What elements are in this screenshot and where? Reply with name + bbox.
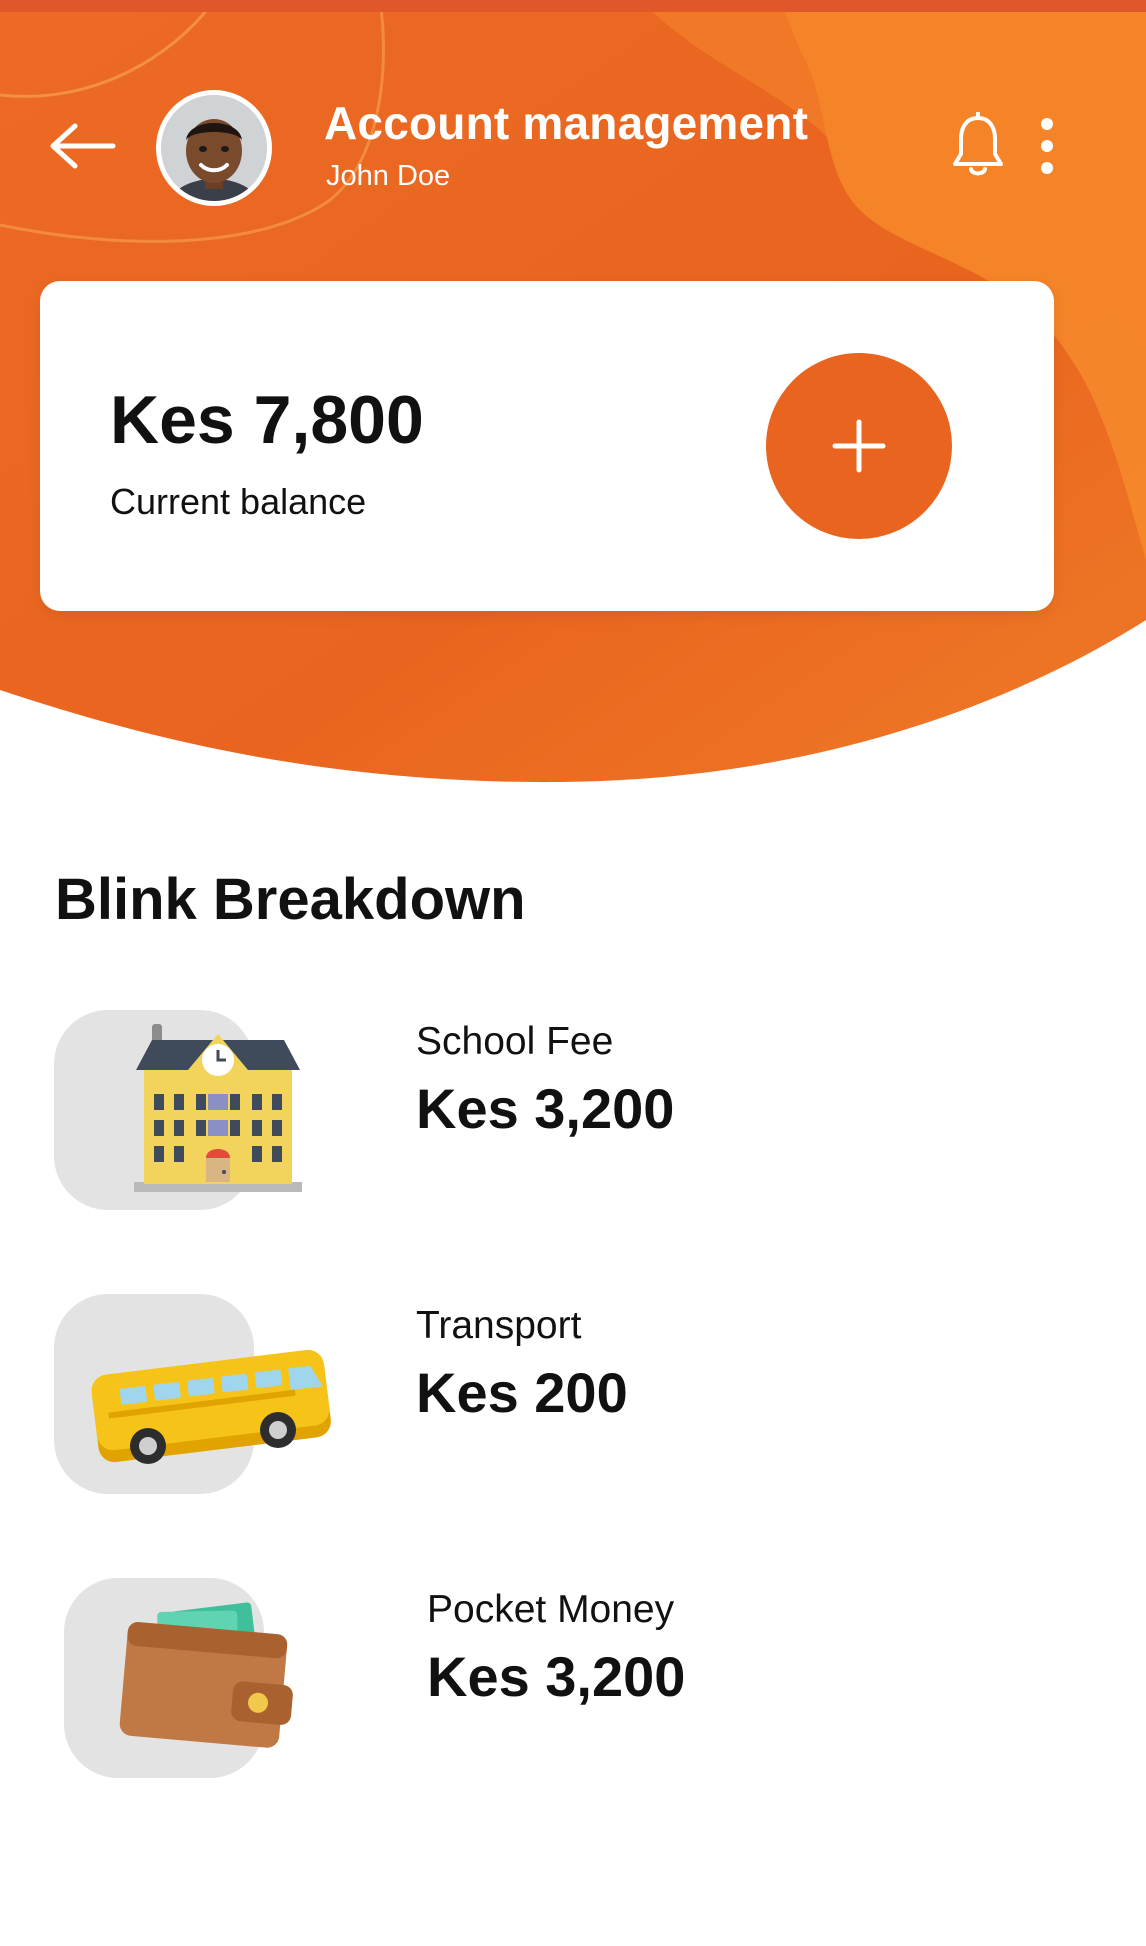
balance-label: Current balance xyxy=(110,481,367,522)
back-button[interactable] xyxy=(44,118,120,174)
balance-card: Kes 7,800 Current balance xyxy=(40,281,1054,611)
page-title: Account management xyxy=(324,97,809,149)
item-amount: Kes 200 xyxy=(416,1361,628,1424)
bell-icon xyxy=(953,111,1003,176)
item-amount: Kes 3,200 xyxy=(427,1645,686,1708)
avatar[interactable] xyxy=(156,90,272,206)
item-amount: Kes 3,200 xyxy=(416,1077,675,1140)
more-vertical-icon xyxy=(1041,118,1053,174)
breakdown-title: Blink Breakdown xyxy=(55,867,526,932)
arrow-left-icon xyxy=(50,123,116,169)
bus-icon xyxy=(91,1349,331,1464)
avatar-photo xyxy=(161,95,267,201)
item-label: School Fee xyxy=(416,1020,614,1063)
school-icon xyxy=(134,1024,302,1192)
notifications-button[interactable] xyxy=(950,111,1006,180)
account-management-screen: Account management John Doe Kes 7,800 Cu… xyxy=(0,0,1146,1946)
add-funds-button[interactable] xyxy=(766,353,952,539)
breakdown-item-transport[interactable]: Transport Kes 200 xyxy=(0,1294,1146,1494)
wallet-icon xyxy=(119,1602,293,1748)
item-label: Pocket Money xyxy=(427,1588,675,1631)
breakdown-item-pocket-money[interactable]: Pocket Money Kes 3,200 xyxy=(0,1578,1146,1778)
user-name: John Doe xyxy=(326,160,451,192)
plus-icon xyxy=(832,419,886,473)
item-label: Transport xyxy=(416,1304,582,1347)
more-options-button[interactable] xyxy=(1032,116,1062,180)
breakdown-item-school-fee[interactable]: School Fee Kes 3,200 xyxy=(0,1010,1146,1210)
balance-amount: Kes 7,800 xyxy=(110,382,424,458)
